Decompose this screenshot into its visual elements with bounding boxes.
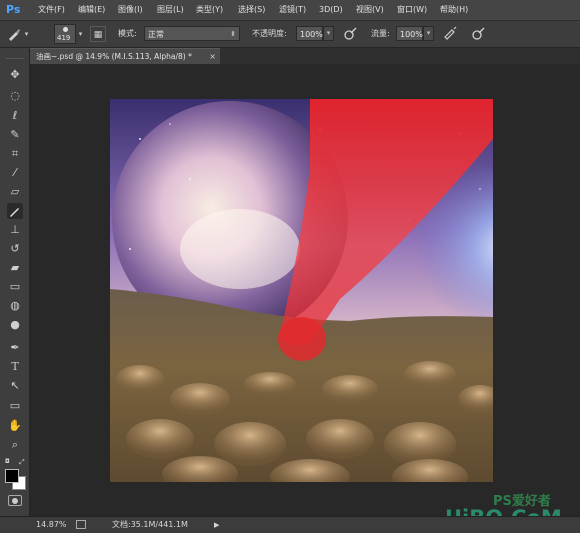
blend-mode-value: 正常 — [148, 30, 164, 39]
type-icon[interactable]: T — [7, 359, 23, 375]
select-arrows-icon: ⬍ — [230, 30, 236, 38]
menu-type[interactable]: 类型(Y) — [196, 0, 223, 20]
flow-value: 100% — [400, 30, 423, 39]
opacity-label: 不透明度: — [252, 29, 287, 38]
status-bar: 14.87% 文档:35.1M/441.1M ▶ — [0, 516, 580, 533]
move-icon[interactable]: ✥ — [7, 67, 23, 83]
foreground-color-swatch[interactable] — [5, 469, 19, 483]
opacity-field[interactable]: 100% — [296, 26, 323, 41]
quick-select-icon[interactable]: ✎ — [7, 127, 23, 143]
brush-panel-toggle-icon[interactable]: ▦ — [90, 26, 106, 42]
shape-icon[interactable]: ▭ — [7, 398, 23, 414]
brush-size-value: 419 — [57, 34, 71, 42]
toolbar-grip[interactable] — [6, 50, 24, 59]
eraser-icon[interactable]: ▰ — [7, 260, 23, 276]
zoom-icon[interactable]: ⌕ — [7, 437, 23, 453]
menu-window[interactable]: 窗口(W) — [397, 0, 427, 20]
menu-3d[interactable]: 3D(D) — [319, 0, 343, 20]
quick-mask-icon[interactable] — [8, 495, 22, 506]
document-info-icon[interactable] — [76, 520, 86, 529]
blur-icon[interactable]: ◍ — [7, 298, 23, 314]
default-colors-icon[interactable]: ◘ — [5, 458, 12, 465]
healing-icon[interactable]: ▱ — [7, 184, 23, 200]
crop-icon[interactable]: ⌗ — [7, 146, 23, 162]
gradient-icon[interactable]: ▭ — [7, 279, 23, 295]
menu-filter[interactable]: 滤镜(T) — [279, 0, 306, 20]
airbrush-icon[interactable] — [442, 26, 458, 42]
flow-label: 流量: — [371, 29, 390, 38]
chevron-down-icon[interactable]: ▾ — [22, 26, 31, 42]
status-menu-arrow-icon[interactable]: ▶ — [214, 517, 219, 533]
hand-icon[interactable]: ✋ — [7, 418, 23, 434]
tools-panel: ✥ ◌ ℓ ✎ ⌗ ⁄ ▱ ⊥ ↺ ▰ ▭ ◍ ● ✒ T ↖ ▭ ✋ ⌕ ◘ … — [0, 48, 30, 516]
eyedropper-icon[interactable]: ⁄ — [7, 165, 23, 181]
lasso-icon[interactable]: ℓ — [7, 108, 23, 124]
blend-mode-select[interactable]: 正常 ⬍ — [144, 26, 240, 41]
brush-size-picker[interactable]: 419 — [54, 24, 76, 44]
zoom-level[interactable]: 14.87% — [36, 517, 67, 533]
menu-image[interactable]: 图像(I) — [118, 0, 143, 20]
flow-field[interactable]: 100% — [396, 26, 423, 41]
menu-view[interactable]: 视图(V) — [356, 0, 384, 20]
document-tab[interactable]: 油画~.psd @ 14.9% (M.I.S.113, Alpha/8) * × — [30, 48, 220, 64]
menu-file[interactable]: 文件(F) — [38, 0, 65, 20]
document-tab-title: 油画~.psd @ 14.9% (M.I.S.113, Alpha/8) * — [36, 52, 192, 61]
flow-dropdown-button[interactable]: ▾ — [423, 26, 434, 41]
chevron-down-icon[interactable]: ▾ — [76, 26, 85, 42]
mode-label: 模式: — [118, 29, 137, 38]
menu-bar: Ps 文件(F) 编辑(E) 图像(I) 图层(L) 类型(Y) 选择(S) 滤… — [0, 0, 580, 21]
menu-help[interactable]: 帮助(H) — [440, 0, 468, 20]
canvas-artwork — [110, 99, 493, 482]
menu-layer[interactable]: 图层(L) — [157, 0, 184, 20]
document-size: 文档:35.1M/441.1M — [112, 520, 188, 529]
history-brush-icon[interactable]: ↺ — [7, 241, 23, 257]
brush-tip-icon — [63, 27, 68, 32]
marquee-icon[interactable]: ◌ — [7, 88, 23, 104]
opacity-dropdown-button[interactable]: ▾ — [323, 26, 334, 41]
brush-icon[interactable] — [7, 203, 23, 219]
pressure-opacity-icon[interactable] — [342, 26, 358, 42]
pressure-size-icon[interactable] — [470, 26, 486, 42]
opacity-value: 100% — [300, 30, 323, 39]
menu-select[interactable]: 选择(S) — [238, 0, 265, 20]
pen-icon[interactable]: ✒ — [7, 340, 23, 356]
options-bar: ▾ 419 ▾ ▦ 模式: 正常 ⬍ 不透明度: 100% ▾ 流量: 100%… — [0, 21, 580, 48]
brush-tool-preset-icon[interactable] — [6, 26, 22, 42]
close-icon[interactable]: × — [209, 49, 216, 64]
swap-colors-icon[interactable]: ⤢ — [19, 458, 27, 466]
dodge-icon[interactable]: ● — [7, 317, 23, 333]
path-select-icon[interactable]: ↖ — [7, 378, 23, 394]
document-canvas[interactable] — [110, 99, 493, 482]
menu-edit[interactable]: 编辑(E) — [78, 0, 105, 20]
photoshop-logo: Ps — [6, 3, 21, 16]
stamp-icon[interactable]: ⊥ — [7, 222, 23, 238]
